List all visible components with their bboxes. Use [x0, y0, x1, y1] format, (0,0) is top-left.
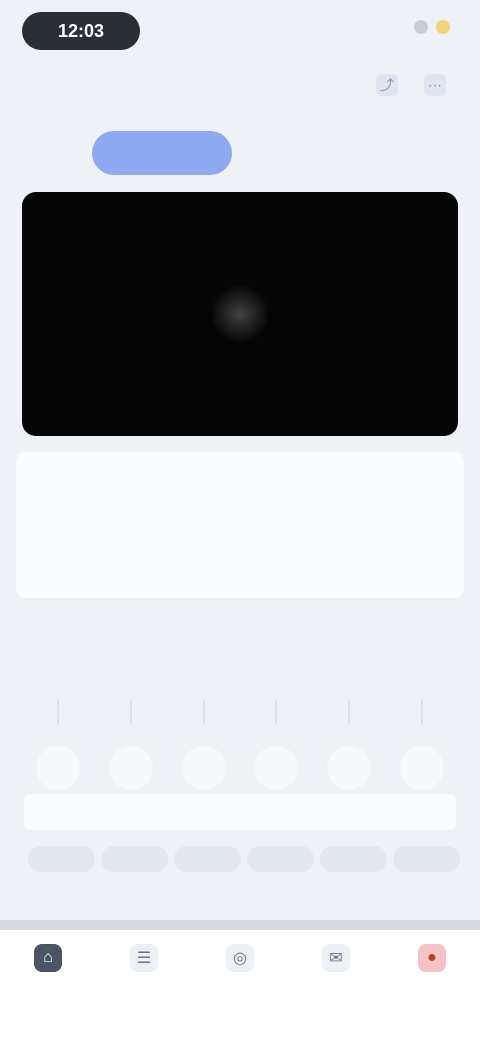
chip[interactable] [320, 846, 387, 872]
chip[interactable] [174, 846, 241, 872]
more-icon[interactable]: ⋯ [424, 74, 446, 96]
thumbnail-item[interactable] [394, 700, 450, 790]
divider-line [348, 700, 351, 724]
circle-icon [327, 746, 372, 790]
video-player[interactable] [22, 192, 458, 436]
compass-icon: ◎ [226, 944, 254, 972]
header-actions: ⤴ ⋯ [376, 74, 446, 96]
status-time: 12:03 [22, 12, 140, 50]
thumbnail-item[interactable] [248, 700, 304, 790]
tab-0[interactable] [24, 131, 80, 175]
nav-item-profile[interactable]: ● [397, 944, 467, 978]
divider-line [57, 700, 59, 724]
circle-icon [399, 746, 444, 790]
divider-line [202, 700, 205, 724]
chip[interactable] [393, 846, 460, 872]
header: ⤴ ⋯ [0, 64, 480, 108]
tab-3[interactable] [400, 131, 480, 175]
description-box [24, 794, 456, 830]
thumbnail-row [30, 700, 450, 790]
status-bar: 12:03 [0, 0, 480, 60]
circle-icon [36, 746, 80, 790]
divider-line [420, 700, 423, 724]
tab-1-active[interactable] [92, 131, 232, 175]
chip[interactable] [247, 846, 314, 872]
chat-icon: ✉ [322, 944, 350, 972]
circle-icon [108, 746, 153, 790]
chip[interactable] [101, 846, 168, 872]
thumbnail-item[interactable] [30, 700, 86, 790]
circle-icon [254, 746, 299, 790]
tab-bar [0, 128, 480, 178]
chip-row [28, 846, 460, 872]
signal-icon [414, 20, 428, 34]
circle-icon [181, 746, 226, 790]
chip[interactable] [28, 846, 95, 872]
nav-item-chat[interactable]: ✉ [301, 944, 371, 978]
profile-icon: ● [418, 944, 446, 972]
battery-icon [436, 20, 450, 34]
thumbnail-item[interactable] [321, 700, 377, 790]
bottom-nav: ⌂ ☰ ◎ ✉ ● [0, 930, 480, 1040]
tab-2[interactable] [256, 131, 376, 175]
info-card [16, 452, 464, 598]
play-icon[interactable] [210, 284, 270, 344]
nav-item-list[interactable]: ☰ [109, 944, 179, 978]
share-icon[interactable]: ⤴ [376, 74, 398, 96]
divider-line [275, 700, 278, 724]
nav-divider [0, 920, 480, 930]
home-icon: ⌂ [34, 944, 62, 972]
thumbnail-item[interactable] [103, 700, 159, 790]
status-icons [414, 20, 450, 34]
nav-item-home[interactable]: ⌂ [13, 944, 83, 978]
divider-line [129, 700, 132, 724]
thumbnail-item[interactable] [176, 700, 232, 790]
nav-item-compass[interactable]: ◎ [205, 944, 275, 978]
list-icon: ☰ [130, 944, 158, 972]
